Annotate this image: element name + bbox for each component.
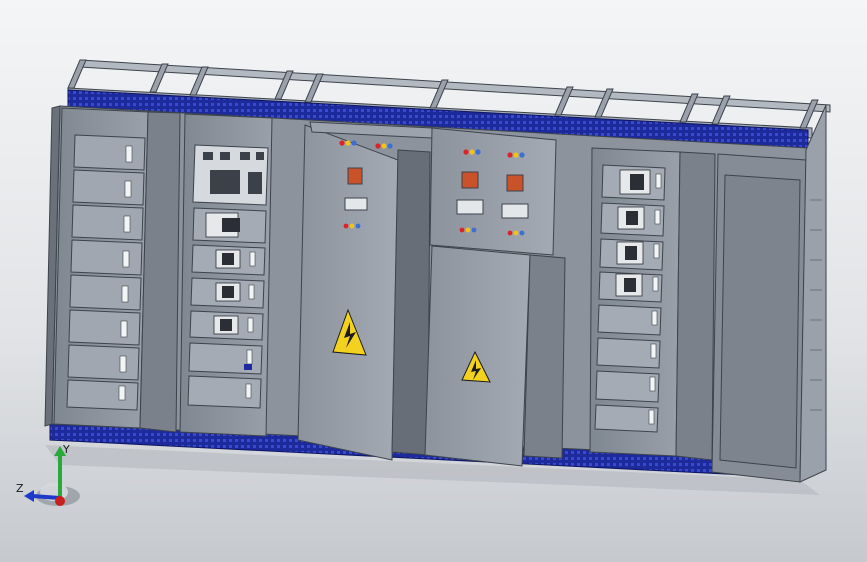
switchgear-assembly-model[interactable] — [0, 0, 867, 562]
cabinet-interior — [391, 149, 431, 456]
y-axis-label: Y — [62, 443, 70, 456]
z-axis-label: Z — [16, 482, 24, 495]
cabinet-breaker-left — [179, 113, 273, 437]
cabinet-breaker-right — [589, 147, 716, 461]
cad-viewport[interactable]: Y Z — [0, 0, 867, 562]
cabinet-drawer-left — [53, 107, 181, 433]
x-axis-dot — [55, 496, 65, 506]
cabinet-plain-right — [711, 104, 827, 483]
z-axis-arrow — [31, 494, 61, 500]
cabinet-side-mid — [523, 254, 566, 459]
view-orientation-triad[interactable]: Y Z — [10, 440, 90, 520]
